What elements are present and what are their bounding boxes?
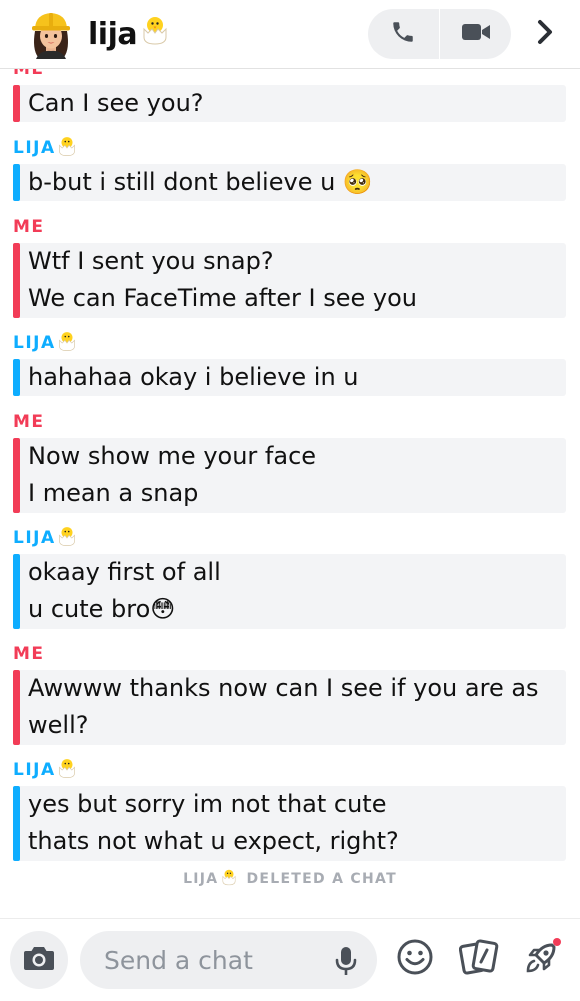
sender-name: LIJA xyxy=(13,528,56,548)
message-bubble[interactable]: hahahaa okay i believe in u xyxy=(13,359,566,396)
sender-color-bar xyxy=(13,438,20,513)
contact-name-text: lija xyxy=(88,16,138,52)
hatching-chick-icon xyxy=(56,135,78,162)
sender-color-bar xyxy=(13,164,20,201)
hatching-chick-icon xyxy=(56,525,78,552)
camera-icon xyxy=(23,944,55,976)
sender-label: ME xyxy=(13,217,45,237)
message-text: b-but i still dont believe u 🥺 xyxy=(28,168,373,196)
message-bubble[interactable]: Can I see you? xyxy=(13,85,566,122)
message-text: yes but sorry im not that cute xyxy=(28,790,387,818)
sender-label: LIJA xyxy=(13,330,78,357)
phone-icon xyxy=(390,19,416,49)
hatching-chick-icon xyxy=(56,330,78,357)
message-text: Can I see you? xyxy=(28,89,204,117)
sender-color-bar xyxy=(13,85,20,122)
sender-color-bar xyxy=(13,359,20,396)
sender-label: ME xyxy=(13,68,45,79)
sender-name: LIJA xyxy=(13,760,56,780)
message-bubble[interactable]: okaay first of all u cute bro😳 xyxy=(13,554,566,629)
camera-button[interactable] xyxy=(10,931,68,989)
emoji-button[interactable] xyxy=(395,939,435,979)
sender-label: LIJA xyxy=(13,135,78,162)
chat-input[interactable]: Send a chat xyxy=(80,931,377,989)
message-bubble[interactable]: Wtf I sent you snap? We can FaceTime aft… xyxy=(13,243,566,318)
deleted-chat-notice: LIJA DELETED A CHAT xyxy=(0,869,580,889)
message-text: hahahaa okay i believe in u xyxy=(28,363,359,391)
deleted-notice-sender: LIJA xyxy=(183,868,238,890)
call-button-group xyxy=(368,9,511,59)
deleted-notice-text: DELETED A CHAT xyxy=(246,871,397,887)
message-bubble[interactable]: b-but i still dont believe u 🥺 xyxy=(13,164,566,201)
sender-label: ME xyxy=(13,644,45,664)
hatching-chick-icon xyxy=(220,868,238,890)
sender-color-bar xyxy=(13,243,20,318)
rocket-icon xyxy=(522,937,562,981)
message-bubble[interactable]: Awwww thanks now can I see if you are as… xyxy=(13,670,566,745)
chat-input-placeholder: Send a chat xyxy=(104,945,253,975)
message-text: well? xyxy=(28,711,89,739)
message-text: Now show me your face xyxy=(28,442,317,470)
sender-label: LIJA xyxy=(13,757,78,784)
message-text: u cute bro😳 xyxy=(28,595,176,623)
hatching-chick-icon xyxy=(139,15,171,53)
sender-color-bar xyxy=(13,786,20,861)
message-text: Awwww thanks now can I see if you are as xyxy=(28,674,539,702)
deleted-notice-name: LIJA xyxy=(183,871,219,887)
smiley-icon xyxy=(396,938,434,980)
message-text: I mean a snap xyxy=(28,479,199,507)
games-button[interactable] xyxy=(522,937,562,981)
contact-name[interactable]: lija xyxy=(88,14,171,54)
message-text: Wtf I sent you snap? xyxy=(28,247,274,275)
sender-name: LIJA xyxy=(13,138,56,158)
more-button[interactable] xyxy=(530,16,560,52)
sender-color-bar xyxy=(13,670,20,745)
video-call-button[interactable] xyxy=(440,9,511,59)
cards-button[interactable] xyxy=(458,938,499,980)
message-text: thats not what u expect, right? xyxy=(28,827,399,855)
cards-icon xyxy=(458,938,499,980)
video-camera-icon xyxy=(461,21,491,47)
message-text: okaay first of all xyxy=(28,558,221,586)
chat-thread[interactable]: ME Can I see you? LIJA b-but i still don… xyxy=(0,68,580,918)
message-text: We can FaceTime after I see you xyxy=(28,284,417,312)
chat-header: lija xyxy=(0,0,580,69)
sender-label: LIJA xyxy=(13,525,78,552)
chat-composer: Send a chat xyxy=(0,918,580,1001)
sender-name: LIJA xyxy=(13,333,56,353)
message-bubble[interactable]: Now show me your face I mean a snap xyxy=(13,438,566,513)
hatching-chick-icon xyxy=(56,757,78,784)
microphone-icon[interactable] xyxy=(333,945,359,977)
chevron-right-icon xyxy=(536,19,554,49)
message-bubble[interactable]: yes but sorry im not that cute thats not… xyxy=(13,786,566,861)
avatar[interactable] xyxy=(26,9,76,59)
sender-label: ME xyxy=(13,412,45,432)
voice-call-button[interactable] xyxy=(368,9,439,59)
sender-color-bar xyxy=(13,554,20,629)
